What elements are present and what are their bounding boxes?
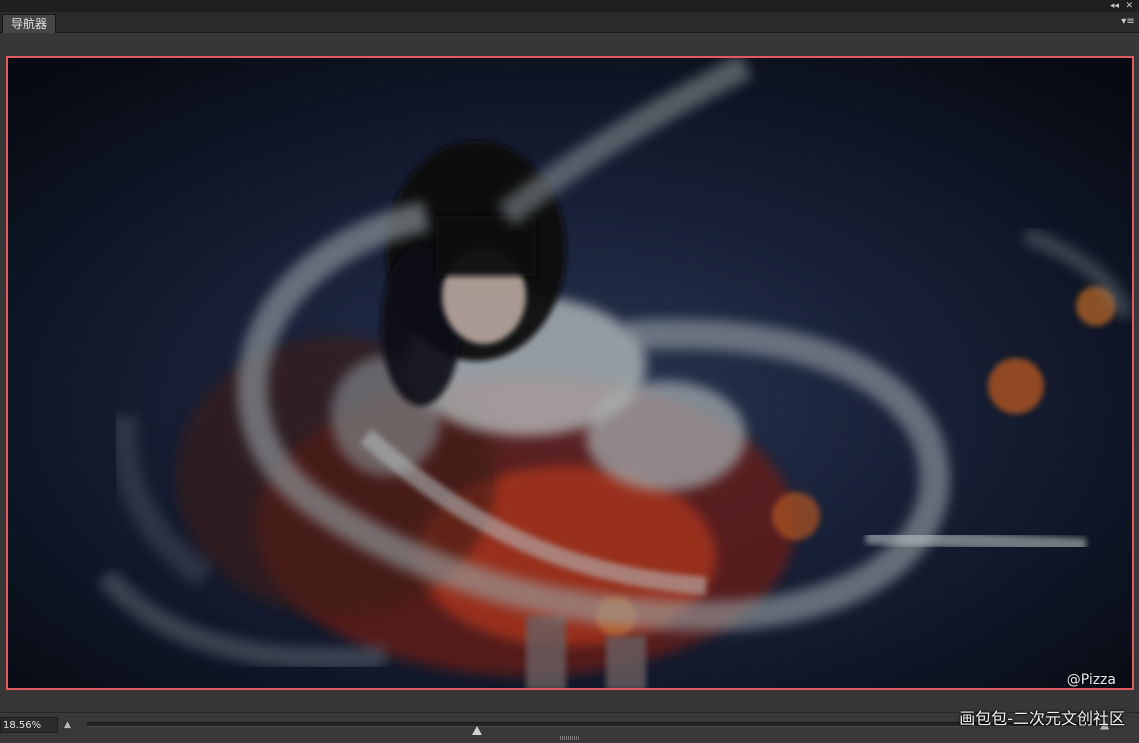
zoom-bar: 18.56% ▲ ▲ 画包包-二次元文创社区 [0,709,1139,743]
panel-menu-icon[interactable]: ▾≡ [1121,15,1135,29]
zoom-slider[interactable] [87,722,1099,735]
site-caption: 画包包-二次元文创社区 [959,709,1125,728]
zoom-out-icon[interactable]: ▲ [64,720,76,730]
collapse-panel-icon[interactable]: ◂◂ [1110,0,1119,12]
resize-grip[interactable] [560,736,580,740]
panel-title-bar: ◂◂ ✕ [0,0,1139,12]
panel-tab-bar: 导航器 ▾≡ [0,12,1139,33]
close-icon[interactable]: ✕ [1125,0,1133,12]
zoom-slider-thumb[interactable] [471,726,482,735]
zoom-percent-field[interactable]: 18.56% [0,717,58,733]
view-proxy-rectangle[interactable] [6,56,1134,690]
tab-navigator[interactable]: 导航器 [2,14,57,33]
